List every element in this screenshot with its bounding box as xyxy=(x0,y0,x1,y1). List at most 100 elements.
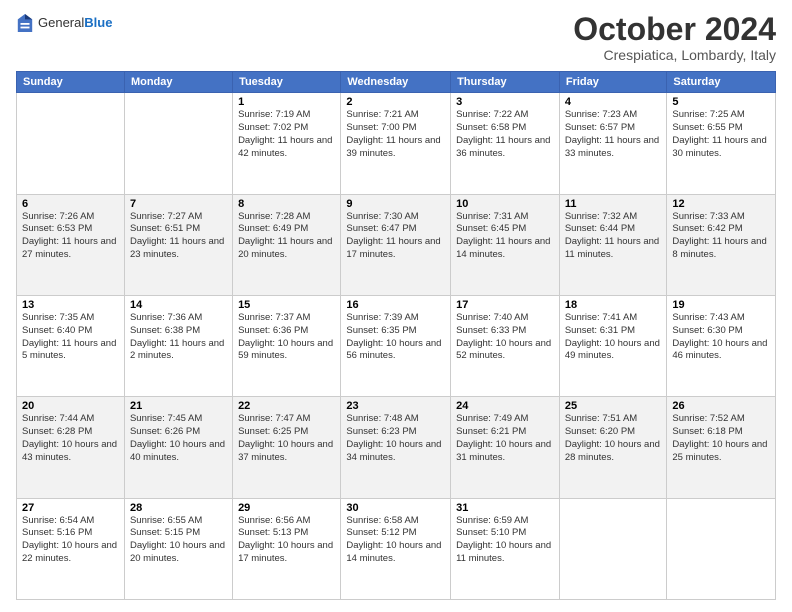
header-monday: Monday xyxy=(124,72,232,93)
day-number: 13 xyxy=(22,299,119,311)
day-number: 20 xyxy=(22,400,119,412)
table-row: 26 Sunrise: 7:52 AMSunset: 6:18 PMDaylig… xyxy=(667,397,776,498)
day-number: 29 xyxy=(238,502,335,514)
day-number: 26 xyxy=(672,400,770,412)
day-number: 7 xyxy=(130,198,227,210)
day-info: Sunrise: 7:22 AMSunset: 6:58 PMDaylight:… xyxy=(456,109,554,160)
logo: GeneralBlue xyxy=(16,12,112,34)
table-row: 1 Sunrise: 7:19 AMSunset: 7:02 PMDayligh… xyxy=(233,93,341,194)
table-row: 21 Sunrise: 7:45 AMSunset: 6:26 PMDaylig… xyxy=(124,397,232,498)
table-row: 9 Sunrise: 7:30 AMSunset: 6:47 PMDayligh… xyxy=(341,194,451,295)
table-row: 5 Sunrise: 7:25 AMSunset: 6:55 PMDayligh… xyxy=(667,93,776,194)
day-info: Sunrise: 7:51 AMSunset: 6:20 PMDaylight:… xyxy=(565,413,662,464)
header-wednesday: Wednesday xyxy=(341,72,451,93)
day-number: 6 xyxy=(22,198,119,210)
calendar-week-row: 1 Sunrise: 7:19 AMSunset: 7:02 PMDayligh… xyxy=(17,93,776,194)
day-number: 10 xyxy=(456,198,554,210)
table-row xyxy=(667,498,776,599)
day-info: Sunrise: 7:36 AMSunset: 6:38 PMDaylight:… xyxy=(130,312,227,363)
day-number: 2 xyxy=(346,96,445,108)
calendar-week-row: 27 Sunrise: 6:54 AMSunset: 5:16 PMDaylig… xyxy=(17,498,776,599)
day-info: Sunrise: 7:30 AMSunset: 6:47 PMDaylight:… xyxy=(346,211,445,262)
day-number: 8 xyxy=(238,198,335,210)
day-number: 4 xyxy=(565,96,662,108)
day-number: 19 xyxy=(672,299,770,311)
day-info: Sunrise: 7:39 AMSunset: 6:35 PMDaylight:… xyxy=(346,312,445,363)
table-row: 17 Sunrise: 7:40 AMSunset: 6:33 PMDaylig… xyxy=(451,295,560,396)
day-info: Sunrise: 7:52 AMSunset: 6:18 PMDaylight:… xyxy=(672,413,770,464)
day-info: Sunrise: 6:59 AMSunset: 5:10 PMDaylight:… xyxy=(456,515,554,566)
day-number: 3 xyxy=(456,96,554,108)
day-info: Sunrise: 7:47 AMSunset: 6:25 PMDaylight:… xyxy=(238,413,335,464)
header-friday: Friday xyxy=(559,72,667,93)
table-row: 16 Sunrise: 7:39 AMSunset: 6:35 PMDaylig… xyxy=(341,295,451,396)
calendar-header-row: Sunday Monday Tuesday Wednesday Thursday… xyxy=(17,72,776,93)
month-title: October 2024 xyxy=(573,12,776,47)
day-number: 31 xyxy=(456,502,554,514)
title-block: October 2024 Crespiatica, Lombardy, Ital… xyxy=(573,12,776,63)
logo-general: GeneralBlue xyxy=(38,15,112,31)
table-row: 28 Sunrise: 6:55 AMSunset: 5:15 PMDaylig… xyxy=(124,498,232,599)
day-info: Sunrise: 7:21 AMSunset: 7:00 PMDaylight:… xyxy=(346,109,445,160)
calendar-week-row: 13 Sunrise: 7:35 AMSunset: 6:40 PMDaylig… xyxy=(17,295,776,396)
header-sunday: Sunday xyxy=(17,72,125,93)
header-thursday: Thursday xyxy=(451,72,560,93)
day-number: 5 xyxy=(672,96,770,108)
table-row: 31 Sunrise: 6:59 AMSunset: 5:10 PMDaylig… xyxy=(451,498,560,599)
table-row: 4 Sunrise: 7:23 AMSunset: 6:57 PMDayligh… xyxy=(559,93,667,194)
day-number: 14 xyxy=(130,299,227,311)
day-number: 12 xyxy=(672,198,770,210)
day-info: Sunrise: 7:37 AMSunset: 6:36 PMDaylight:… xyxy=(238,312,335,363)
calendar-table: Sunday Monday Tuesday Wednesday Thursday… xyxy=(16,71,776,600)
day-info: Sunrise: 7:19 AMSunset: 7:02 PMDaylight:… xyxy=(238,109,335,160)
day-info: Sunrise: 7:25 AMSunset: 6:55 PMDaylight:… xyxy=(672,109,770,160)
location: Crespiatica, Lombardy, Italy xyxy=(573,47,776,63)
table-row: 19 Sunrise: 7:43 AMSunset: 6:30 PMDaylig… xyxy=(667,295,776,396)
day-info: Sunrise: 7:41 AMSunset: 6:31 PMDaylight:… xyxy=(565,312,662,363)
day-info: Sunrise: 7:23 AMSunset: 6:57 PMDaylight:… xyxy=(565,109,662,160)
table-row xyxy=(559,498,667,599)
table-row: 25 Sunrise: 7:51 AMSunset: 6:20 PMDaylig… xyxy=(559,397,667,498)
day-number: 11 xyxy=(565,198,662,210)
day-info: Sunrise: 6:56 AMSunset: 5:13 PMDaylight:… xyxy=(238,515,335,566)
day-info: Sunrise: 7:32 AMSunset: 6:44 PMDaylight:… xyxy=(565,211,662,262)
page: GeneralBlue October 2024 Crespiatica, Lo… xyxy=(0,0,792,612)
day-number: 25 xyxy=(565,400,662,412)
table-row: 18 Sunrise: 7:41 AMSunset: 6:31 PMDaylig… xyxy=(559,295,667,396)
day-info: Sunrise: 7:44 AMSunset: 6:28 PMDaylight:… xyxy=(22,413,119,464)
day-info: Sunrise: 7:35 AMSunset: 6:40 PMDaylight:… xyxy=(22,312,119,363)
table-row: 8 Sunrise: 7:28 AMSunset: 6:49 PMDayligh… xyxy=(233,194,341,295)
calendar-week-row: 20 Sunrise: 7:44 AMSunset: 6:28 PMDaylig… xyxy=(17,397,776,498)
day-info: Sunrise: 7:48 AMSunset: 6:23 PMDaylight:… xyxy=(346,413,445,464)
day-number: 17 xyxy=(456,299,554,311)
day-info: Sunrise: 6:54 AMSunset: 5:16 PMDaylight:… xyxy=(22,515,119,566)
table-row: 20 Sunrise: 7:44 AMSunset: 6:28 PMDaylig… xyxy=(17,397,125,498)
day-info: Sunrise: 7:49 AMSunset: 6:21 PMDaylight:… xyxy=(456,413,554,464)
table-row: 2 Sunrise: 7:21 AMSunset: 7:00 PMDayligh… xyxy=(341,93,451,194)
table-row xyxy=(17,93,125,194)
table-row: 10 Sunrise: 7:31 AMSunset: 6:45 PMDaylig… xyxy=(451,194,560,295)
calendar-week-row: 6 Sunrise: 7:26 AMSunset: 6:53 PMDayligh… xyxy=(17,194,776,295)
table-row: 22 Sunrise: 7:47 AMSunset: 6:25 PMDaylig… xyxy=(233,397,341,498)
day-info: Sunrise: 7:43 AMSunset: 6:30 PMDaylight:… xyxy=(672,312,770,363)
table-row: 15 Sunrise: 7:37 AMSunset: 6:36 PMDaylig… xyxy=(233,295,341,396)
day-number: 30 xyxy=(346,502,445,514)
day-info: Sunrise: 7:26 AMSunset: 6:53 PMDaylight:… xyxy=(22,211,119,262)
table-row xyxy=(124,93,232,194)
table-row: 7 Sunrise: 7:27 AMSunset: 6:51 PMDayligh… xyxy=(124,194,232,295)
logo-icon xyxy=(16,12,34,34)
day-number: 23 xyxy=(346,400,445,412)
table-row: 23 Sunrise: 7:48 AMSunset: 6:23 PMDaylig… xyxy=(341,397,451,498)
day-number: 16 xyxy=(346,299,445,311)
table-row: 30 Sunrise: 6:58 AMSunset: 5:12 PMDaylig… xyxy=(341,498,451,599)
day-number: 18 xyxy=(565,299,662,311)
table-row: 11 Sunrise: 7:32 AMSunset: 6:44 PMDaylig… xyxy=(559,194,667,295)
day-number: 1 xyxy=(238,96,335,108)
table-row: 12 Sunrise: 7:33 AMSunset: 6:42 PMDaylig… xyxy=(667,194,776,295)
day-info: Sunrise: 7:27 AMSunset: 6:51 PMDaylight:… xyxy=(130,211,227,262)
table-row: 24 Sunrise: 7:49 AMSunset: 6:21 PMDaylig… xyxy=(451,397,560,498)
day-info: Sunrise: 7:45 AMSunset: 6:26 PMDaylight:… xyxy=(130,413,227,464)
table-row: 6 Sunrise: 7:26 AMSunset: 6:53 PMDayligh… xyxy=(17,194,125,295)
day-info: Sunrise: 7:28 AMSunset: 6:49 PMDaylight:… xyxy=(238,211,335,262)
day-number: 28 xyxy=(130,502,227,514)
